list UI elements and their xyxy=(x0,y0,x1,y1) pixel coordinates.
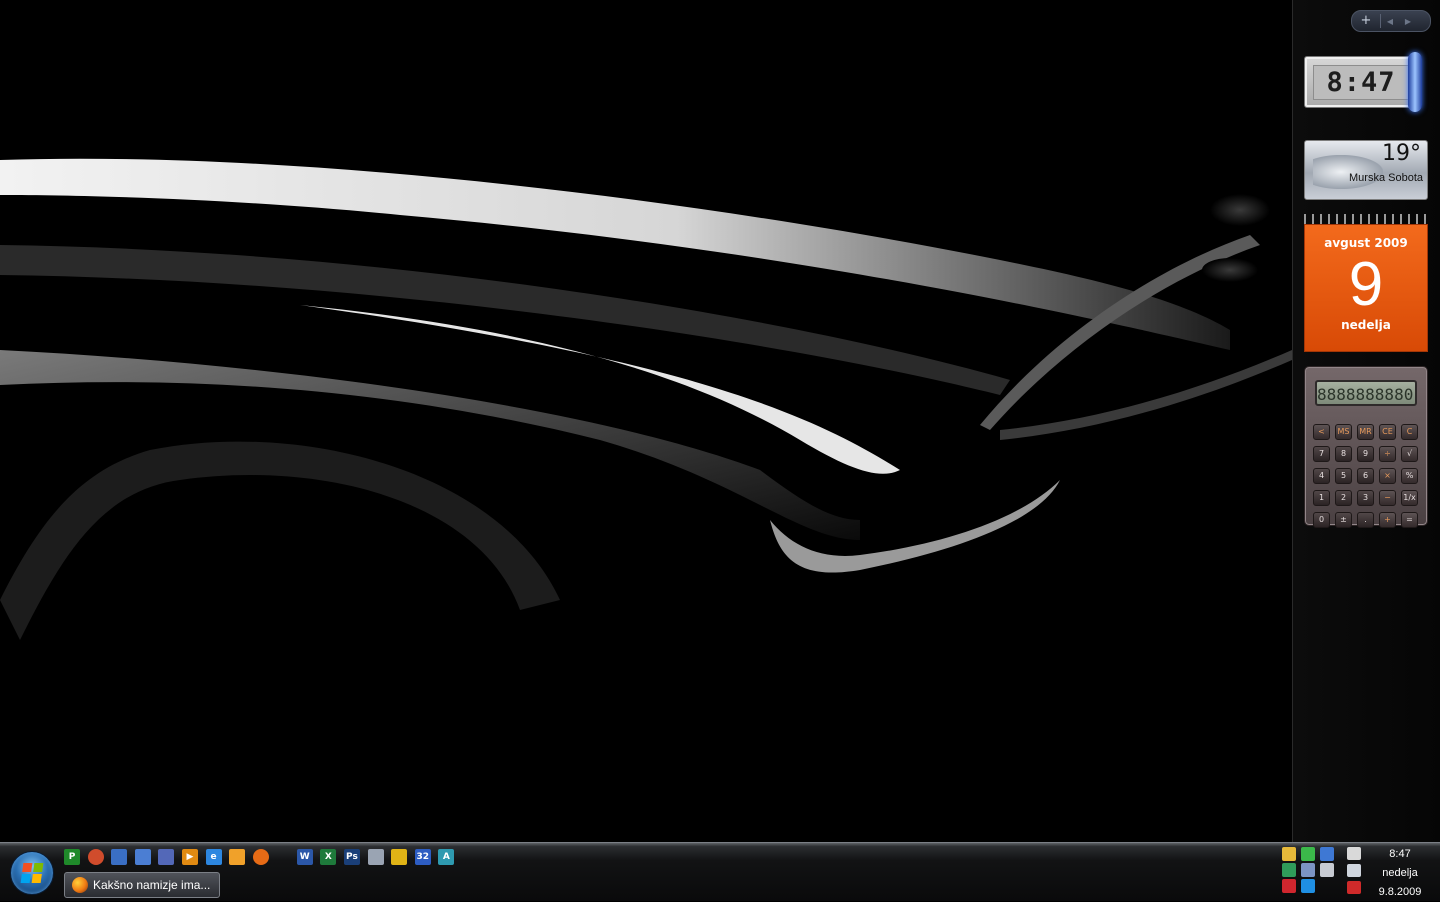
taskbar-clock[interactable]: 8:47 nedelja 9.8.2009 xyxy=(1366,845,1434,902)
calendar-gadget[interactable]: avgust 2009 9 nedelja xyxy=(1304,214,1428,352)
notification-area: 8:47 nedelja 9.8.2009 xyxy=(1280,845,1438,901)
clock-ornament-icon xyxy=(1408,52,1422,112)
calculator-key[interactable]: × xyxy=(1379,468,1396,484)
taskbar-clock-date: 9.8.2009 xyxy=(1378,886,1422,898)
word-icon[interactable]: W xyxy=(296,849,313,865)
next-page-button[interactable]: ▶ xyxy=(1399,17,1417,26)
volume-muted-icon[interactable] xyxy=(1347,881,1361,894)
calculator-key[interactable]: 7 xyxy=(1313,446,1330,462)
calendar-page: avgust 2009 9 nedelja xyxy=(1304,224,1428,352)
calculator-key[interactable]: ± xyxy=(1335,512,1352,528)
mail-icon[interactable] xyxy=(229,849,246,865)
clock-gadget[interactable]: 8:47 xyxy=(1304,52,1434,112)
text-app-icon[interactable]: A xyxy=(438,849,455,865)
previous-page-button[interactable]: ◀ xyxy=(1381,17,1399,26)
tray-icons xyxy=(1282,847,1338,893)
calculator-key[interactable]: ÷ xyxy=(1379,446,1396,462)
internet-explorer-icon[interactable]: e xyxy=(205,849,222,865)
tray-msn-icon[interactable] xyxy=(1282,847,1296,861)
calculator-key[interactable]: C xyxy=(1401,424,1418,440)
calculator-key[interactable]: 2 xyxy=(1335,490,1352,506)
calculator-key[interactable]: 9 xyxy=(1357,446,1374,462)
tray-check-icon[interactable] xyxy=(1301,847,1315,861)
tray-network-icon[interactable] xyxy=(1320,847,1334,861)
calculator-key[interactable]: 0 xyxy=(1313,512,1330,528)
taskbar-clock-weekday: nedelja xyxy=(1382,867,1418,879)
calendar-month-year: avgust 2009 xyxy=(1324,236,1408,250)
clock-gadget-time: 8:47 xyxy=(1313,65,1409,100)
weather-city: Murska Sobota xyxy=(1349,172,1423,184)
tools-icon[interactable] xyxy=(87,849,104,865)
taskbar: P ▶ e W X Ps 32 A Kakšno namizje ima... 8:47 ne… xyxy=(0,842,1440,901)
calculator-key[interactable]: MS xyxy=(1335,424,1352,440)
cube-app-icon[interactable] xyxy=(158,849,175,865)
add-gadget-button[interactable]: + xyxy=(1352,11,1380,31)
tray-system-icons xyxy=(1346,847,1362,894)
photoshop-icon[interactable]: Ps xyxy=(343,849,360,865)
calculator-key[interactable]: 5 xyxy=(1335,468,1352,484)
tray-antivirus-icon[interactable] xyxy=(1282,879,1296,893)
sidebar-controls: + ◀ ▶ xyxy=(1351,10,1431,32)
taskbar-clock-time: 8:47 xyxy=(1389,848,1411,860)
tray-document-icon[interactable] xyxy=(1301,863,1315,877)
tray-printer-icon[interactable] xyxy=(1320,863,1334,877)
project-icon[interactable]: P xyxy=(64,849,80,865)
clock-face: 8:47 xyxy=(1304,56,1416,108)
firefox-icon[interactable] xyxy=(252,849,269,865)
calculator-key[interactable]: 4 xyxy=(1313,468,1330,484)
taskbar-window-label: Kakšno namizje ima... xyxy=(93,878,211,892)
calculator-key[interactable]: . xyxy=(1357,512,1374,528)
firefox-icon xyxy=(72,877,88,893)
switch-windows-icon[interactable] xyxy=(134,849,151,865)
calculator-display: 8888888880 xyxy=(1315,380,1417,406)
excel-icon[interactable]: X xyxy=(320,849,337,865)
calculator-gadget: 8888888880 < MS MR CE C 7 8 9 ÷ √ 4 5 6 ×% 1 2 3−1/x 0 ±. +… xyxy=(1304,366,1428,528)
calculator-key[interactable]: 1 xyxy=(1313,490,1330,506)
calculator-key[interactable]: < xyxy=(1313,424,1330,440)
calendar-weekday: nedelja xyxy=(1341,318,1391,332)
show-desktop-icon[interactable] xyxy=(111,849,128,865)
calculator-keypad: < MS MR CE C 7 8 9 ÷ √ 4 5 6 ×% 1 2 3−1/x 0 ±. + = xyxy=(1313,424,1419,528)
tray-skype-icon[interactable] xyxy=(1301,879,1315,893)
network-app-icon[interactable] xyxy=(367,849,384,865)
calculator-key[interactable]: CE xyxy=(1379,424,1396,440)
calculator-key[interactable]: = xyxy=(1401,512,1418,528)
tray-shield-icon[interactable] xyxy=(1282,863,1296,877)
calculator-key[interactable]: 6 xyxy=(1357,468,1374,484)
desktop-wallpaper xyxy=(0,0,1292,842)
calculator-key[interactable]: 3 xyxy=(1357,490,1374,506)
media-player-icon[interactable]: ▶ xyxy=(181,849,198,865)
weather-gadget[interactable]: 19° Murska Sobota xyxy=(1304,140,1428,200)
windows-logo-icon xyxy=(20,863,44,883)
linux-icon[interactable] xyxy=(391,849,408,865)
calculator-key[interactable]: % xyxy=(1401,468,1418,484)
calculator-key[interactable]: √ xyxy=(1401,446,1418,462)
calculator-key[interactable]: − xyxy=(1379,490,1396,506)
calculator-key[interactable]: 8 xyxy=(1335,446,1352,462)
taskbar-window-button[interactable]: Kakšno namizje ima... xyxy=(64,872,220,898)
calculator-key[interactable]: + xyxy=(1379,512,1396,528)
tray-phone-icon[interactable] xyxy=(1347,847,1361,860)
calculator-key[interactable]: MR xyxy=(1357,424,1374,440)
quick-launch-toolbar: P ▶ e W X Ps 32 A xyxy=(64,847,462,867)
tray-display-icon[interactable] xyxy=(1347,864,1361,877)
calculator-key[interactable]: 1/x xyxy=(1401,490,1418,506)
start-button[interactable] xyxy=(10,851,54,895)
calendar-day: 9 xyxy=(1348,250,1384,319)
asp32-icon[interactable]: 32 xyxy=(414,849,431,865)
weather-temperature: 19° xyxy=(1382,141,1421,166)
